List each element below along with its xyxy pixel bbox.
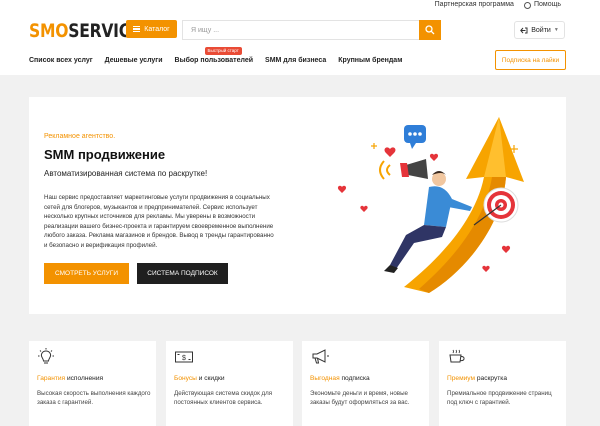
feature-title: Бонусы и скидки bbox=[174, 375, 225, 382]
feature-title: Выгодная подписка bbox=[310, 375, 370, 382]
hero-title: SMM продвижение bbox=[44, 147, 166, 162]
catalog-label: Каталог bbox=[144, 25, 170, 33]
search-icon bbox=[425, 25, 435, 35]
nav-item-all-services[interactable]: Список всех услуг bbox=[29, 56, 93, 66]
lightbulb-icon bbox=[38, 348, 54, 364]
feature-text: Действующая система скидок для постоянны… bbox=[174, 390, 273, 406]
hero-lead: Автоматизированная система по раскрутке! bbox=[44, 169, 208, 178]
feature-card-bonuses[interactable]: $ Бонусы и скидки Действующая система ск… bbox=[166, 341, 293, 426]
feature-text: Высокая скорость выполнения каждого зака… bbox=[37, 390, 151, 406]
nav-item-cheap-services[interactable]: Дешевые услуги bbox=[105, 56, 163, 66]
partner-program-link[interactable]: Партнерская программа bbox=[435, 0, 514, 10]
top-links: Партнерская программа Помощь bbox=[435, 0, 561, 10]
money-icon: $ bbox=[175, 351, 193, 363]
search-bar bbox=[182, 20, 441, 40]
login-icon bbox=[520, 27, 528, 33]
megaphone-icon bbox=[379, 159, 428, 180]
help-link[interactable]: Помощь bbox=[523, 0, 561, 10]
help-icon bbox=[523, 1, 531, 9]
nav-item-users-choice-label: Выбор пользователей bbox=[174, 57, 254, 64]
search-input[interactable] bbox=[182, 20, 419, 40]
menu-icon bbox=[133, 26, 141, 32]
feature-card-subscription[interactable]: Выгодная подписка Экономьте деньги и вре… bbox=[302, 341, 429, 426]
feature-text: Премиальное продвижение страниц под ключ… bbox=[447, 390, 552, 406]
quick-start-badge: Быстрый старт bbox=[204, 47, 242, 55]
feature-title: Гарантия исполнения bbox=[37, 375, 104, 382]
feature-card-guarantee[interactable]: Гарантия исполнения Высокая скорость вып… bbox=[29, 341, 156, 426]
nav-item-smm-business[interactable]: SMM для бизнеса bbox=[265, 56, 326, 66]
chat-bubble-icon bbox=[404, 125, 426, 149]
subscribe-likes-button[interactable]: Подписка на лайки bbox=[495, 50, 566, 70]
logo[interactable]: SMOSERVICE bbox=[29, 20, 141, 42]
feature-card-premium[interactable]: Премиум раскрутка Премиальное продвижени… bbox=[439, 341, 566, 426]
catalog-button[interactable]: Каталог bbox=[126, 20, 177, 38]
chevron-down-icon: ▼ bbox=[553, 27, 559, 33]
coffee-icon bbox=[449, 349, 465, 363]
feature-text: Экономьте деньги и время, новые заказы б… bbox=[310, 390, 410, 406]
marketing-illustration bbox=[337, 117, 524, 293]
login-label: Войти bbox=[531, 26, 551, 34]
hero-section: Рекламное агентство. SMM продвижение Авт… bbox=[29, 97, 566, 314]
login-button[interactable]: Войти ▼ bbox=[514, 21, 565, 39]
nav-item-big-brands[interactable]: Крупным брендам bbox=[338, 56, 402, 66]
help-label: Помощь bbox=[533, 1, 561, 8]
main-nav: Список всех услуг Дешевые услуги Выбор п… bbox=[29, 47, 414, 66]
subscription-system-button[interactable]: СИСТЕМА ПОДПИСОК bbox=[137, 263, 228, 284]
top-bar: Партнерская программа Помощь bbox=[0, 0, 600, 12]
search-button[interactable] bbox=[419, 20, 441, 40]
svg-text:$: $ bbox=[182, 355, 186, 362]
hero-subtitle: Рекламное агентство. bbox=[44, 133, 116, 140]
view-services-button[interactable]: СМОТРЕТЬ УСЛУГИ bbox=[44, 263, 129, 284]
header: SMOSERVICE Каталог Войти ▼ Список всех у… bbox=[0, 12, 600, 75]
nav-item-users-choice[interactable]: Выбор пользователей Быстрый старт bbox=[174, 47, 254, 66]
logo-part1: SMO bbox=[29, 20, 69, 42]
hero-description: Наш сервис предоставляет маркетинговые у… bbox=[44, 194, 274, 249]
feature-title: Премиум раскрутка bbox=[447, 375, 508, 382]
megaphone-icon bbox=[312, 349, 329, 364]
